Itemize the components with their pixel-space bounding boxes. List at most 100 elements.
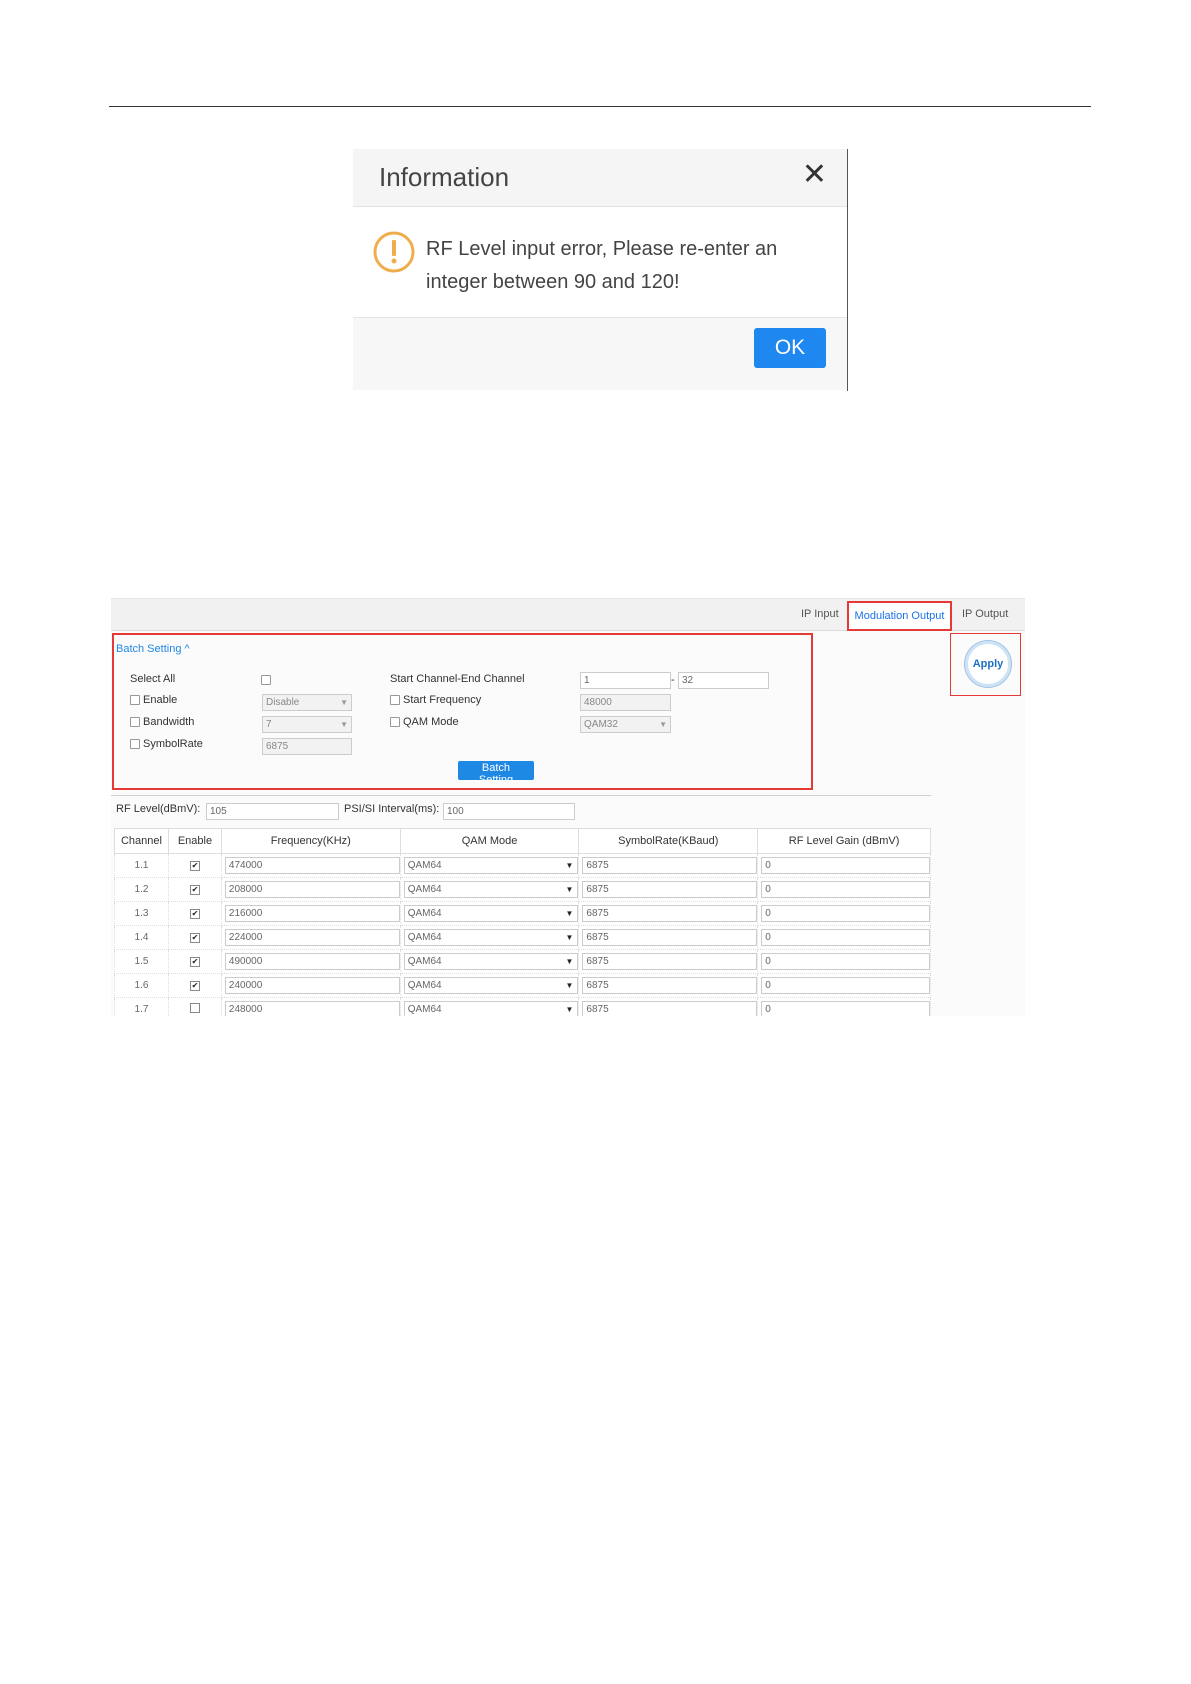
- page-header-rule: [109, 106, 1091, 107]
- table-row: 1.1 ✔ 474000 QAM64 ▼ 6875 0: [114, 853, 931, 878]
- qam-select[interactable]: QAM64 ▼: [403, 953, 579, 970]
- chevron-down-icon: ▼: [340, 698, 348, 707]
- select-all-checkbox[interactable]: [261, 675, 271, 685]
- symbolrate-input[interactable]: 6875: [582, 977, 758, 994]
- batch-setting-button[interactable]: Batch Setting: [458, 761, 534, 786]
- tab-ip-input[interactable]: IP Input: [801, 608, 839, 620]
- frequency-input[interactable]: 208000: [224, 881, 400, 898]
- frequency-input[interactable]: 224000: [224, 929, 400, 946]
- gain-input[interactable]: 0: [761, 857, 930, 874]
- gain-cell: 0: [757, 925, 931, 950]
- tab-ip-output[interactable]: IP Output: [962, 608, 1008, 620]
- symbolrate-checkbox[interactable]: [130, 739, 140, 749]
- dropdown-arrow-icon: ▼: [565, 981, 574, 990]
- start-frequency-checkbox[interactable]: [390, 695, 400, 705]
- qam-select[interactable]: QAM64 ▼: [403, 1001, 579, 1016]
- frequency-input[interactable]: 248000: [224, 1001, 400, 1016]
- batch-setting-toggle[interactable]: Batch Setting ^: [116, 643, 190, 655]
- gain-input[interactable]: 0: [761, 977, 930, 994]
- batch-setting-section: Batch Setting ^ Select All Enable Disabl…: [112, 633, 813, 790]
- symbolrate-input[interactable]: 6875: [582, 905, 758, 922]
- frequency-input[interactable]: 490000: [224, 953, 400, 970]
- enable-cell: ✔: [167, 925, 222, 950]
- gain-input[interactable]: 0: [761, 881, 930, 898]
- frequency-input[interactable]: 216000: [224, 905, 400, 922]
- dialog-footer: OK: [353, 318, 847, 390]
- enable-checkbox[interactable]: [130, 695, 140, 705]
- gain-cell: 0: [757, 949, 931, 974]
- bandwidth-checkbox[interactable]: [130, 717, 140, 727]
- symbolrate-input[interactable]: 6875: [582, 929, 758, 946]
- enable-checkbox[interactable]: [189, 1003, 200, 1013]
- symbolrate-cell: 6875: [578, 997, 759, 1016]
- bandwidth-select[interactable]: 7 ▼: [262, 716, 352, 733]
- frequency-cell: 224000: [220, 925, 401, 950]
- dialog-message-line: RF Level input error, Please re-enter an: [426, 238, 778, 260]
- tab-modulation-output[interactable]: Modulation Output: [847, 601, 952, 631]
- enable-checkbox[interactable]: ✔: [189, 909, 200, 919]
- gain-input[interactable]: 0: [761, 953, 930, 970]
- gain-input[interactable]: 0: [761, 905, 930, 922]
- qam-select[interactable]: QAM64 ▼: [403, 977, 579, 994]
- psi-interval-input[interactable]: 100: [443, 803, 575, 820]
- enable-select[interactable]: Disable ▼: [262, 694, 352, 711]
- channel-cell: 1.2: [114, 877, 169, 902]
- frequency-input[interactable]: 474000: [224, 857, 400, 874]
- symbolrate-input[interactable]: 6875: [582, 1001, 758, 1016]
- dropdown-arrow-icon: ▼: [565, 885, 574, 894]
- qam-select[interactable]: QAM64 ▼: [403, 905, 579, 922]
- column-header: Enable: [167, 828, 222, 854]
- bandwidth-label: Bandwidth: [143, 716, 195, 728]
- symbolrate-cell: 6875: [578, 949, 759, 974]
- information-dialog: Information ✕ RF Level input error, Plea…: [353, 149, 848, 391]
- frequency-cell: 240000: [220, 973, 401, 998]
- symbolrate-input[interactable]: 6875: [582, 857, 758, 874]
- enable-checkbox[interactable]: ✔: [189, 933, 200, 943]
- qam-select-value: QAM64: [407, 860, 442, 871]
- table-header-row: Channel Enable Frequency(KHz) QAM Mode S…: [114, 828, 931, 854]
- chevron-down-icon: ▼: [659, 720, 667, 729]
- dialog-body: RF Level input error, Please re-enter an…: [353, 207, 847, 318]
- apply-button[interactable]: Apply: [965, 641, 1011, 687]
- rf-level-input[interactable]: 105: [206, 803, 339, 820]
- channel-cell: 1.7: [114, 997, 169, 1016]
- enable-checkbox[interactable]: ✔: [189, 861, 200, 871]
- select-all-label: Select All: [130, 673, 176, 685]
- qam-select[interactable]: QAM64 ▼: [403, 929, 579, 946]
- frequency-cell: 216000: [220, 901, 401, 926]
- dialog-message: RF Level input error, Please re-enter an…: [426, 233, 826, 299]
- chevron-down-icon: ▼: [340, 720, 348, 729]
- gain-input[interactable]: 0: [761, 929, 930, 946]
- qam-mode-checkbox[interactable]: [390, 717, 400, 727]
- symbolrate-input[interactable]: 6875: [582, 881, 758, 898]
- qam-select[interactable]: QAM64 ▼: [403, 881, 579, 898]
- symbolrate-input[interactable]: 6875: [582, 953, 758, 970]
- enable-checkbox[interactable]: ✔: [189, 957, 200, 967]
- ok-button[interactable]: OK: [754, 328, 826, 368]
- frequency-input[interactable]: 240000: [224, 977, 400, 994]
- enable-checkbox[interactable]: ✔: [189, 885, 200, 895]
- channel-cell: 1.5: [114, 949, 169, 974]
- start-frequency-label: Start Frequency: [403, 694, 482, 706]
- qam-select[interactable]: QAM64 ▼: [403, 857, 579, 874]
- table-row: 1.5 ✔ 490000 QAM64 ▼ 6875 0: [114, 949, 931, 974]
- apply-area: Apply: [950, 633, 1021, 696]
- qam-mode-select[interactable]: QAM32 ▼: [580, 716, 671, 733]
- symbolrate-field[interactable]: 6875: [262, 738, 352, 755]
- gain-input[interactable]: 0: [761, 1001, 930, 1016]
- channel-cell: 1.1: [114, 853, 169, 878]
- start-frequency-field[interactable]: 48000: [580, 694, 671, 711]
- start-channel-input[interactable]: 1: [580, 672, 671, 689]
- warning-icon: [372, 230, 416, 279]
- qam-select-value: QAM64: [407, 956, 442, 967]
- rf-level-label: RF Level(dBmV):: [116, 803, 201, 815]
- symbolrate-cell: 6875: [578, 853, 759, 878]
- enable-checkbox[interactable]: ✔: [189, 981, 200, 991]
- close-icon[interactable]: ✕: [802, 160, 827, 190]
- qam-cell: QAM64 ▼: [399, 877, 580, 902]
- qam-cell: QAM64 ▼: [399, 949, 580, 974]
- symbolrate-cell: 6875: [578, 901, 759, 926]
- frequency-cell: 248000: [220, 997, 401, 1016]
- dropdown-arrow-icon: ▼: [565, 909, 574, 918]
- end-channel-input[interactable]: 32: [678, 672, 769, 689]
